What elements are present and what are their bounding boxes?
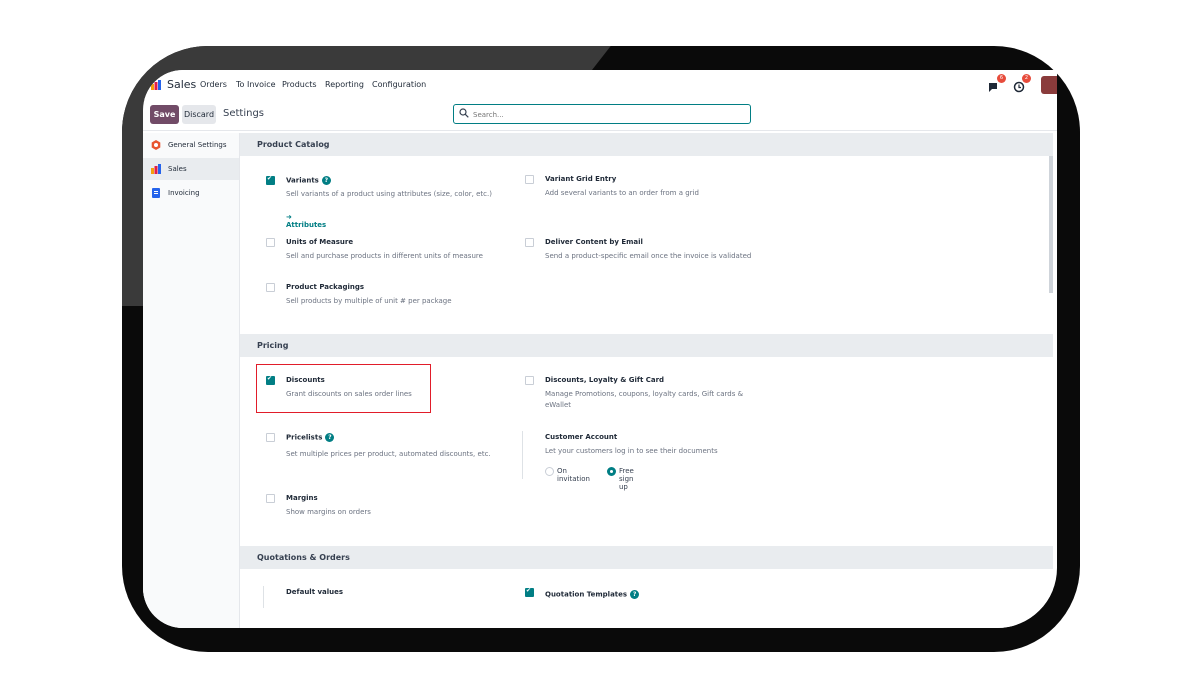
packagings-checkbox[interactable] bbox=[266, 283, 275, 292]
setting-label: Discounts bbox=[286, 376, 325, 384]
general-settings-icon bbox=[151, 140, 161, 150]
uom-checkbox[interactable] bbox=[266, 238, 275, 247]
setting-description: Set multiple prices per product, automat… bbox=[286, 450, 491, 458]
radio-on-invitation[interactable] bbox=[545, 467, 554, 476]
help-icon[interactable]: ? bbox=[325, 433, 335, 442]
radio-label: On invitation bbox=[557, 467, 590, 483]
menu-products[interactable]: Products bbox=[282, 80, 317, 89]
setting-description: Sell variants of a product using attribu… bbox=[286, 190, 492, 198]
section-title: Pricing bbox=[257, 341, 289, 350]
discard-button[interactable]: Discard bbox=[182, 105, 216, 124]
chat-badge: 6 bbox=[997, 74, 1006, 83]
activity-clock-icon[interactable]: 2 bbox=[1013, 74, 1031, 93]
chat-icon[interactable]: 6 bbox=[988, 74, 1006, 92]
search-icon bbox=[459, 108, 469, 118]
menu-to-invoice[interactable]: To Invoice bbox=[236, 80, 276, 89]
invoicing-icon bbox=[152, 188, 160, 198]
help-icon[interactable]: ? bbox=[630, 590, 640, 599]
setting-label: Variants? bbox=[286, 176, 331, 185]
sidebar-item-label: Sales bbox=[168, 165, 187, 173]
app-name[interactable]: Sales bbox=[167, 78, 196, 91]
search-box[interactable] bbox=[453, 104, 751, 124]
setting-description: Sell and purchase products in different … bbox=[286, 252, 483, 260]
setting-description: Manage Promotions, coupons, loyalty card… bbox=[545, 390, 744, 409]
pricelists-checkbox[interactable] bbox=[266, 433, 275, 442]
sidebar-item-label: Invoicing bbox=[168, 189, 200, 197]
setting-label: Product Packagings bbox=[286, 283, 365, 291]
help-icon[interactable]: ? bbox=[321, 176, 331, 185]
setting-label: Units of Measure bbox=[286, 238, 354, 246]
activity-badge: 2 bbox=[1022, 74, 1031, 83]
setting-label: Customer Account bbox=[545, 433, 618, 441]
setting-label: Margins bbox=[286, 494, 318, 502]
setting-label: Quotation Templates? bbox=[545, 590, 640, 599]
setting-label: Default values bbox=[286, 588, 344, 596]
setting-label: Discounts, Loyalty & Gift Card bbox=[545, 376, 665, 384]
section-header-pricing: Pricing bbox=[240, 334, 1053, 357]
variants-checkbox[interactable] bbox=[266, 175, 275, 185]
margins-checkbox[interactable] bbox=[266, 494, 275, 503]
setting-description: Show margins on orders bbox=[286, 508, 371, 516]
section-header-quotations: Quotations & Orders bbox=[240, 546, 1053, 569]
section-title: Quotations & Orders bbox=[257, 553, 350, 562]
settings-sidebar: General Settings Sales Invoicing bbox=[143, 133, 240, 628]
sales-icon bbox=[151, 164, 161, 174]
setting-label: Pricelists? bbox=[286, 433, 335, 442]
menu-configuration[interactable]: Configuration bbox=[372, 80, 426, 89]
setting-description: Sell products by multiple of unit # per … bbox=[286, 297, 452, 305]
discounts-checkbox[interactable] bbox=[266, 375, 275, 385]
sidebar-item-general-settings[interactable]: General Settings bbox=[143, 134, 239, 156]
variant-grid-checkbox[interactable] bbox=[525, 175, 534, 184]
radio-free-sign-up[interactable] bbox=[607, 467, 616, 476]
menu-reporting[interactable]: Reporting bbox=[325, 80, 364, 89]
screen: Sales Orders To Invoice Products Reporti… bbox=[143, 70, 1057, 628]
top-navbar: Sales Orders To Invoice Products Reporti… bbox=[143, 70, 1057, 100]
user-avatar[interactable] bbox=[1041, 76, 1057, 94]
quotation-templates-checkbox[interactable] bbox=[525, 587, 534, 597]
section-title: Product Catalog bbox=[257, 140, 330, 149]
loyalty-checkbox[interactable] bbox=[525, 376, 534, 385]
attributes-link[interactable]: ➜ Attributes bbox=[286, 213, 326, 229]
setting-label: Deliver Content by Email bbox=[545, 238, 643, 246]
sidebar-item-label: General Settings bbox=[168, 141, 227, 149]
section-header-product-catalog: Product Catalog bbox=[240, 133, 1053, 156]
setting-divider bbox=[263, 586, 264, 608]
menu-orders[interactable]: Orders bbox=[200, 80, 227, 89]
save-button[interactable]: Save bbox=[150, 105, 179, 124]
page-title: Settings bbox=[223, 108, 265, 119]
settings-content: Product Catalog Variants? Sell variants … bbox=[240, 133, 1053, 628]
scrollbar[interactable] bbox=[1049, 133, 1053, 293]
setting-description: Grant discounts on sales order lines bbox=[286, 390, 412, 398]
setting-description: Let your customers log in to see their d… bbox=[545, 447, 718, 455]
sales-app-icon bbox=[151, 80, 161, 90]
control-panel: Save Discard Settings bbox=[143, 100, 1057, 131]
deliver-email-checkbox[interactable] bbox=[525, 238, 534, 247]
setting-description: Add several variants to an order from a … bbox=[545, 189, 699, 197]
radio-label: Free sign up bbox=[619, 467, 634, 491]
setting-label: Variant Grid Entry bbox=[545, 175, 617, 183]
sidebar-item-invoicing[interactable]: Invoicing bbox=[143, 182, 239, 204]
setting-divider bbox=[522, 431, 523, 479]
setting-description: Send a product-specific email once the i… bbox=[545, 252, 752, 260]
search-input[interactable] bbox=[471, 107, 745, 122]
sidebar-item-sales[interactable]: Sales bbox=[143, 158, 239, 180]
